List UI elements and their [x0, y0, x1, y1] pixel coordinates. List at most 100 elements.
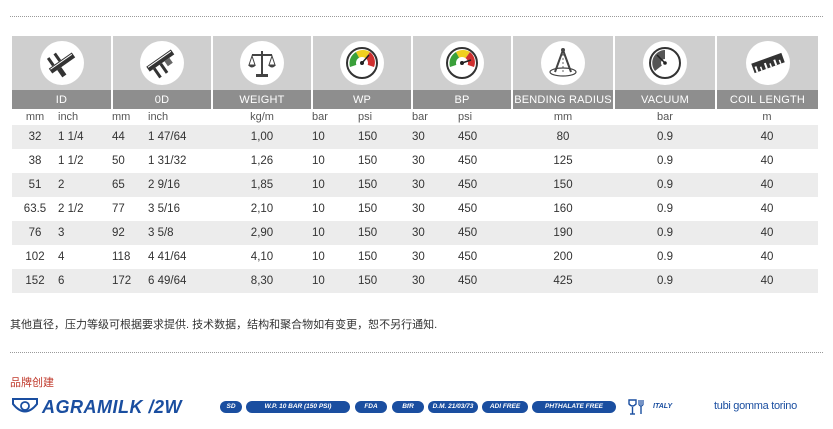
cell-weight: 8,30: [212, 269, 312, 293]
table-row: 32 1 1/4 44 1 47/64 1,00 10 150 30 450 80 0.9 40: [12, 125, 818, 149]
table-row: 152 6 172 6 49/64 8,30 10 150 30 450 425 0.9 40: [12, 269, 818, 293]
badge-dm: D.M. 21/03/73: [428, 401, 478, 413]
cell-wp-psi: 150: [358, 125, 412, 149]
badge-fda: FDA: [355, 401, 387, 413]
cell-vacuum: 0.9: [614, 269, 716, 293]
cell-wp-bar: 10: [312, 269, 358, 293]
cell-vacuum: 0.9: [614, 125, 716, 149]
badge-sd: SD: [220, 401, 242, 413]
table-row: 76 3 92 3 5/8 2,90 10 150 30 450 190 0.9 40: [12, 221, 818, 245]
unit-id-inch: inch: [58, 109, 112, 125]
header-bending-radius: BENDING RADIUS: [512, 90, 615, 109]
cell-coil-length: 40: [716, 269, 818, 293]
cell-od-inch: 2 9/16: [148, 173, 212, 197]
cell-vacuum: 0.9: [614, 221, 716, 245]
cell-bp-bar: 30: [412, 269, 458, 293]
cell-bending-radius: 80: [512, 125, 614, 149]
scale-icon: [240, 41, 284, 85]
cell-wp-psi: 150: [358, 173, 412, 197]
cell-wp-psi: 150: [358, 149, 412, 173]
cell-bp-bar: 30: [412, 173, 458, 197]
pressure-gauge-bp-icon: [440, 41, 484, 85]
cell-vacuum: 0.9: [614, 197, 716, 221]
cell-id-inch: 1 1/4: [58, 125, 112, 149]
table-row: 38 1 1/2 50 1 31/32 1,26 10 150 30 450 125 0.9 40: [12, 149, 818, 173]
table-row: 51 2 65 2 9/16 1,85 10 150 30 450 150 0.9 40: [12, 173, 818, 197]
badge-bfr: BfR: [392, 401, 424, 413]
cell-id-inch: 2: [58, 173, 112, 197]
cell-id-inch: 1 1/2: [58, 149, 112, 173]
unit-weight: kg/m: [212, 109, 312, 125]
cell-coil-length: 40: [716, 125, 818, 149]
cell-od-inch: 1 47/64: [148, 125, 212, 149]
badge-working-pressure: W.P. 10 BAR (150 PSI): [246, 401, 350, 413]
badge-adi-free: ADI FREE: [482, 401, 528, 413]
header-weight: WEIGHT: [212, 90, 313, 109]
unit-bp-psi: psi: [458, 109, 512, 125]
icon-cell-bending-radius: [512, 36, 615, 90]
table-body: 32 1 1/4 44 1 47/64 1,00 10 150 30 450 80 0.9 40 38 1…: [12, 125, 818, 293]
pressure-gauge-wp-icon: [340, 41, 384, 85]
cell-bending-radius: 190: [512, 221, 614, 245]
cell-id-inch: 2 1/2: [58, 197, 112, 221]
cell-id-inch: 3: [58, 221, 112, 245]
unit-bending-radius: mm: [512, 109, 614, 125]
icon-cell-vacuum: [614, 36, 717, 90]
cell-vacuum: 0.9: [614, 245, 716, 269]
cell-bp-bar: 30: [412, 221, 458, 245]
badge-phthalate-free: PHTHALATE FREE: [532, 401, 616, 413]
cell-id-mm: 76: [12, 221, 58, 245]
cell-bp-bar: 30: [412, 125, 458, 149]
coil-ruler-icon: [745, 41, 790, 85]
cell-bp-bar: 30: [412, 197, 458, 221]
header-coil-length: COIL LENGTH: [716, 90, 818, 109]
cell-od-mm: 44: [112, 125, 148, 149]
cell-od-inch: 3 5/16: [148, 197, 212, 221]
cell-bp-bar: 30: [412, 245, 458, 269]
cell-coil-length: 40: [716, 173, 818, 197]
cell-wp-psi: 150: [358, 197, 412, 221]
cell-od-mm: 50: [112, 149, 148, 173]
cell-id-mm: 63.5: [12, 197, 58, 221]
cell-coil-length: 40: [716, 245, 818, 269]
cell-id-inch: 4: [58, 245, 112, 269]
brand-label: 品牌创建: [10, 377, 54, 389]
cell-bending-radius: 125: [512, 149, 614, 173]
cell-od-mm: 172: [112, 269, 148, 293]
header-bp: BP: [412, 90, 513, 109]
cell-bp-bar: 30: [412, 149, 458, 173]
cell-od-inch: 6 49/64: [148, 269, 212, 293]
header-vacuum: VACUUM: [614, 90, 717, 109]
brand-logo-icon: [12, 398, 38, 413]
icon-row: [12, 36, 818, 90]
vacuum-gauge-icon: [643, 41, 687, 85]
cell-wp-psi: 150: [358, 245, 412, 269]
unit-row: mm inch mm inch kg/m bar psi bar psi mm …: [12, 109, 818, 125]
cell-bending-radius: 160: [512, 197, 614, 221]
cell-coil-length: 40: [716, 149, 818, 173]
cell-od-inch: 4 41/64: [148, 245, 212, 269]
cell-bending-radius: 425: [512, 269, 614, 293]
cell-wp-psi: 150: [358, 269, 412, 293]
icon-cell-wp: [312, 36, 413, 90]
cell-od-mm: 118: [112, 245, 148, 269]
unit-od-mm: mm: [112, 109, 148, 125]
cell-bp-psi: 450: [458, 197, 512, 221]
header-row: ID 0D WEIGHT WP BP BENDING RADIUS VACUUM…: [12, 90, 818, 109]
cell-wp-bar: 10: [312, 245, 358, 269]
table-row: 63.5 2 1/2 77 3 5/16 2,10 10 150 30 450 160 0.9 40: [12, 197, 818, 221]
cell-id-mm: 152: [12, 269, 58, 293]
glass-fork-icon: [628, 399, 644, 415]
unit-bp-bar: bar: [412, 109, 458, 125]
cell-id-mm: 38: [12, 149, 58, 173]
cell-id-mm: 51: [12, 173, 58, 197]
cell-od-mm: 77: [112, 197, 148, 221]
spec-table: ID 0D WEIGHT WP BP BENDING RADIUS VACUUM…: [12, 36, 818, 293]
cell-bp-psi: 450: [458, 173, 512, 197]
unit-id-mm: mm: [12, 109, 58, 125]
cell-wp-psi: 150: [358, 221, 412, 245]
unit-od-inch: inch: [148, 109, 212, 125]
cell-weight: 2,90: [212, 221, 312, 245]
header-od: 0D: [112, 90, 213, 109]
header-id: ID: [12, 90, 113, 109]
